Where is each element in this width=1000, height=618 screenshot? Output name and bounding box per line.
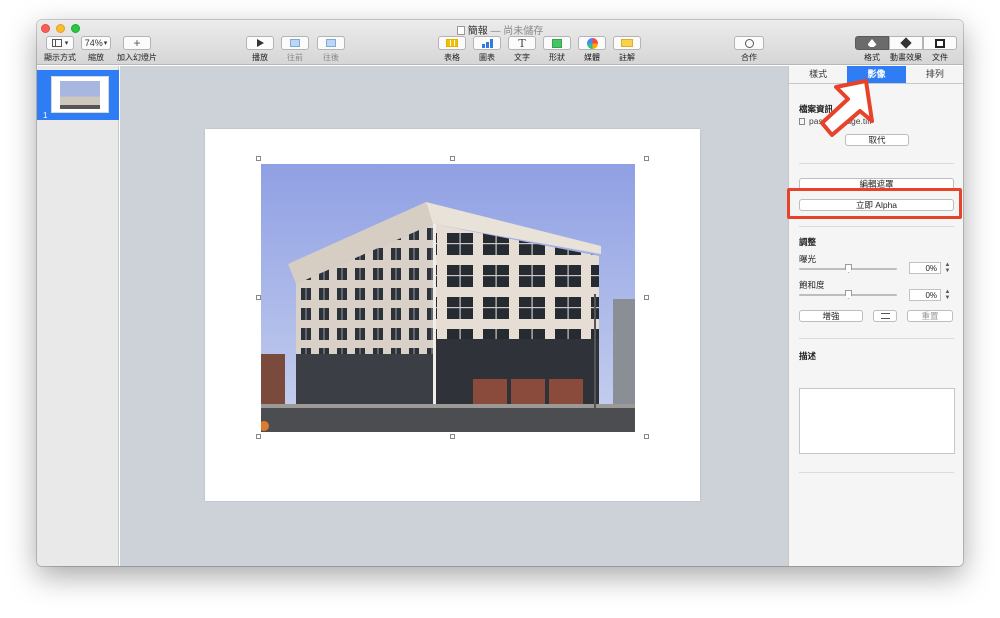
chart-button[interactable]: 圖表: [472, 36, 502, 63]
format-inspector: 樣式 影像 排列 檔案資訊 pasted-image.tiff 取代 編輯遮罩 …: [788, 66, 963, 566]
exposure-slider[interactable]: [799, 264, 897, 273]
divider: [799, 338, 954, 339]
table-label: 表格: [444, 53, 460, 62]
comment-icon: [621, 39, 633, 47]
divider: [799, 163, 954, 164]
animate-button[interactable]: [889, 36, 923, 50]
text-icon: T: [518, 36, 526, 50]
description-title: 描述: [799, 351, 817, 361]
resize-handle-bottom[interactable]: [450, 434, 455, 439]
comment-button[interactable]: 註解: [612, 36, 642, 63]
add-slide-label: 加入幻燈片: [117, 53, 157, 62]
chart-icon: [481, 38, 493, 48]
view-menu-button[interactable]: ▾ 顯示方式: [43, 36, 77, 63]
tab-arrange[interactable]: 排列: [906, 66, 963, 83]
document-button[interactable]: [923, 36, 957, 50]
slide-thumbnail[interactable]: [51, 76, 109, 113]
exposure-value-field[interactable]: 0%: [909, 262, 941, 274]
media-button[interactable]: 媒體: [577, 36, 607, 63]
play-button[interactable]: 播放: [245, 36, 275, 63]
view-icon: [51, 39, 62, 47]
instant-alpha-callout: [787, 188, 962, 219]
comment-label: 註解: [619, 53, 635, 62]
play-icon: [256, 39, 264, 47]
animate-label: 動畫效果: [890, 53, 922, 62]
format-button[interactable]: [855, 36, 889, 50]
exposure-stepper[interactable]: ▲ ▼: [944, 262, 951, 274]
chart-label: 圖表: [479, 53, 495, 62]
resize-handle-top-left[interactable]: [256, 156, 261, 161]
add-icon: +: [123, 36, 151, 50]
media-label: 媒體: [584, 53, 600, 62]
saturation-stepper[interactable]: ▲ ▼: [944, 289, 951, 301]
adjust-options-button[interactable]: [873, 310, 897, 322]
forward-icon: [326, 39, 336, 47]
adjust-title: 調整: [799, 237, 817, 247]
window-title: 簡報 — 尚未儲存: [37, 22, 963, 37]
building-image: [261, 164, 635, 432]
building-photo[interactable]: [261, 164, 635, 432]
view-label: 顯示方式: [44, 53, 76, 62]
collaborate-icon: [744, 38, 754, 48]
play-label: 播放: [252, 53, 268, 62]
text-button[interactable]: T 文字: [507, 36, 537, 63]
thumbnail-image: [60, 80, 100, 109]
resize-handle-bottom-left[interactable]: [256, 434, 261, 439]
saturation-slider-knob[interactable]: [845, 290, 852, 299]
shape-label: 形狀: [549, 53, 565, 62]
saturation-label: 飽和度: [799, 280, 825, 290]
table-icon: [446, 39, 458, 47]
inspector-switcher-labels: 格式 動畫效果 文件: [855, 52, 957, 63]
exposure-label: 曝光: [799, 254, 817, 264]
forward-button[interactable]: 往後: [316, 36, 346, 63]
zoom-value: 74%: [84, 38, 103, 48]
backward-button[interactable]: 往前: [280, 36, 310, 63]
document-label: 文件: [932, 53, 948, 62]
resize-handle-bottom-right[interactable]: [644, 434, 649, 439]
file-icon: [799, 118, 805, 125]
selected-slide[interactable]: 1: [37, 70, 119, 120]
table-button[interactable]: 表格: [437, 36, 467, 63]
document-proxy-icon: [456, 26, 465, 35]
slide-navigator: 1: [37, 66, 119, 566]
callout-arrow-icon: [820, 79, 874, 137]
slide-number: 1: [43, 111, 48, 120]
resize-handle-right[interactable]: [644, 295, 649, 300]
shape-icon: [552, 38, 562, 48]
inspector-switcher: [855, 36, 957, 50]
forward-label: 往後: [323, 53, 339, 62]
saturation-value-field[interactable]: 0%: [909, 289, 941, 301]
description-textarea[interactable]: [799, 388, 955, 454]
backward-icon: [290, 39, 300, 47]
reset-button[interactable]: 重置: [907, 310, 953, 322]
format-label: 格式: [864, 53, 880, 62]
divider: [799, 472, 954, 473]
backward-label: 往前: [287, 53, 303, 62]
resize-handle-top[interactable]: [450, 156, 455, 161]
resize-handle-top-right[interactable]: [644, 156, 649, 161]
shape-button[interactable]: 形狀: [542, 36, 572, 63]
toolbar: 簡報 — 尚未儲存 ▾ 顯示方式 74% ▾ 縮放 + 加入幻燈片 播放 往前 往…: [37, 20, 963, 65]
text-label: 文字: [514, 53, 530, 62]
zoom-label: 縮放: [88, 53, 104, 62]
resize-handle-left[interactable]: [256, 295, 261, 300]
zoom-menu-button[interactable]: 74% ▾ 縮放: [79, 36, 113, 63]
format-brush-icon: [867, 39, 877, 47]
slide-canvas[interactable]: [120, 66, 788, 566]
slide[interactable]: [205, 129, 700, 501]
document-icon: [935, 38, 945, 48]
collaborate-button[interactable]: 合作: [733, 36, 765, 63]
exposure-slider-knob[interactable]: [845, 264, 852, 273]
collaborate-label: 合作: [741, 53, 757, 62]
animate-icon: [900, 37, 912, 49]
media-icon: [586, 37, 598, 49]
add-slide-button[interactable]: + 加入幻燈片: [117, 36, 157, 63]
adjust-sliders-icon: [880, 313, 890, 319]
enhance-button[interactable]: 增強: [799, 310, 863, 322]
saturation-slider[interactable]: [799, 290, 897, 299]
divider: [799, 226, 954, 227]
